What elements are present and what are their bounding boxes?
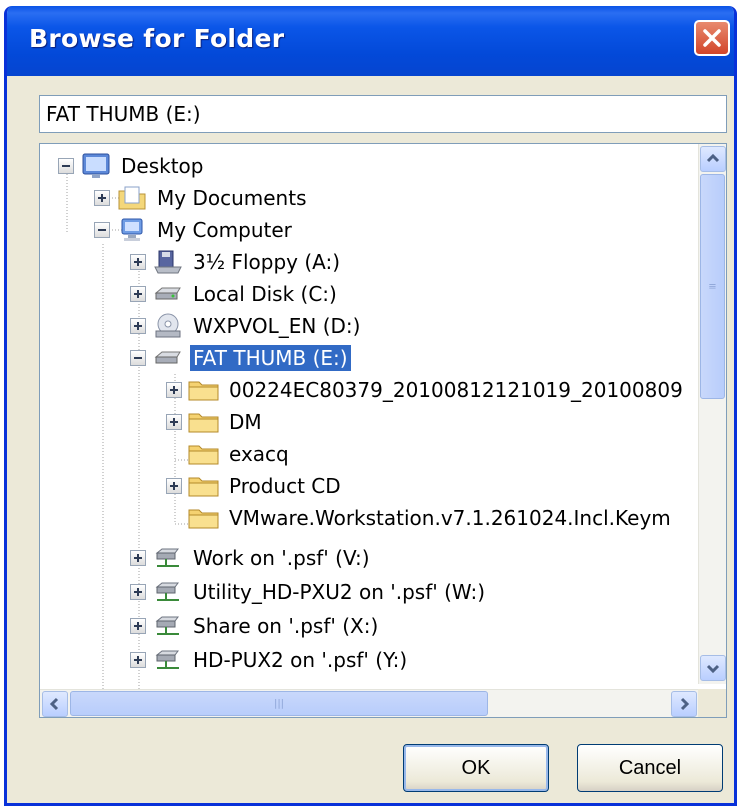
title-bar[interactable]: Browse for Folder: [7, 6, 734, 76]
folder-icon: [188, 409, 220, 435]
tree-item-label: Utility_HD-PXU2 on '.psf' (W:): [193, 580, 486, 604]
tree-item-label: 00224EC80379_20100812121019_20100809: [229, 378, 683, 402]
chevron-left-icon: [49, 697, 59, 711]
vertical-scrollbar[interactable]: ≡: [698, 144, 726, 684]
vertical-scroll-thumb[interactable]: ≡: [700, 174, 725, 399]
tree-item-label: exacq: [229, 442, 289, 466]
tree-item-label: 3½ Floppy (A:): [193, 250, 341, 274]
tree-item-folder-dm[interactable]: DM: [166, 406, 265, 438]
tree-item-hd-pux2-y[interactable]: HD-PUX2 on '.psf' (Y:): [130, 644, 410, 676]
tree-item-label: WXPVOL_EN (D:): [193, 314, 361, 338]
expand-toggle[interactable]: [130, 584, 146, 600]
folder-icon: [188, 505, 220, 531]
tree-item-folder-product-cd[interactable]: Product CD: [166, 470, 344, 502]
expand-toggle[interactable]: [130, 318, 146, 334]
tree-item-folder-exacq[interactable]: exacq: [166, 438, 292, 470]
horizontal-scrollbar[interactable]: |||: [40, 689, 700, 717]
scroll-right-button[interactable]: [671, 691, 697, 717]
expand-toggle[interactable]: [130, 550, 146, 566]
tree-item-desktop[interactable]: Desktop: [58, 150, 206, 182]
tree-item-label: Work on '.psf' (V:): [193, 546, 370, 570]
chevron-down-icon: [706, 664, 720, 674]
tree-item-folder-vmware[interactable]: VMware.Workstation.v7.1.261024.Incl.Keym: [166, 502, 674, 534]
tree-item-share-x[interactable]: Share on '.psf' (X:): [130, 610, 381, 642]
collapse-toggle[interactable]: [130, 350, 146, 366]
tree-item-label: My Computer: [157, 218, 292, 242]
network-drive-icon: [152, 545, 184, 571]
my-computer-icon: [116, 217, 148, 243]
hard-drive-icon: [152, 281, 184, 307]
expand-toggle[interactable]: [166, 382, 182, 398]
network-drive-icon: [152, 647, 184, 673]
browse-for-folder-dialog: Browse for Folder FAT THUMB (E:) Desktop…: [4, 6, 737, 806]
collapse-toggle[interactable]: [58, 158, 74, 174]
window-title: Browse for Folder: [29, 24, 285, 53]
tree-item-utility-w[interactable]: Utility_HD-PXU2 on '.psf' (W:): [130, 576, 488, 608]
tree-item-label: Share on '.psf' (X:): [193, 614, 379, 638]
close-button[interactable]: [694, 20, 730, 56]
tree-item-label: Local Disk (C:): [193, 282, 337, 306]
tree-item-my-documents[interactable]: My Documents: [94, 182, 309, 214]
collapse-toggle[interactable]: [94, 222, 110, 238]
folder-icon: [188, 377, 220, 403]
network-drive-icon: [152, 613, 184, 639]
tree-item-floppy-a[interactable]: 3½ Floppy (A:): [130, 246, 343, 278]
tree-item-fat-thumb-e[interactable]: FAT THUMB (E:): [130, 342, 351, 374]
folder-icon: [188, 473, 220, 499]
my-documents-icon: [116, 185, 148, 211]
grip-icon: |||: [273, 698, 285, 709]
scroll-left-button[interactable]: [42, 691, 68, 717]
tree-item-work-v[interactable]: Work on '.psf' (V:): [130, 542, 373, 574]
removable-drive-icon: [152, 345, 184, 371]
tree-item-wxpvol-d[interactable]: WXPVOL_EN (D:): [130, 310, 363, 342]
cd-drive-icon: [152, 313, 184, 339]
tree-item-label: VMware.Workstation.v7.1.261024.Incl.Keym: [229, 506, 671, 530]
horizontal-scroll-thumb[interactable]: |||: [70, 691, 488, 716]
chevron-up-icon: [706, 153, 720, 163]
folder-icon: [188, 441, 220, 467]
tree-item-label: Desktop: [121, 154, 204, 178]
tree-item-folder-00224[interactable]: 00224EC80379_20100812121019_20100809: [166, 374, 686, 406]
expand-toggle[interactable]: [166, 414, 182, 430]
cancel-button[interactable]: Cancel: [577, 744, 723, 792]
expand-toggle[interactable]: [130, 286, 146, 302]
expand-toggle[interactable]: [166, 478, 182, 494]
ok-button[interactable]: OK: [403, 744, 549, 792]
expand-toggle[interactable]: [130, 652, 146, 668]
tree-item-label: DM: [229, 410, 262, 434]
tree-item-my-computer[interactable]: My Computer: [94, 214, 295, 246]
expand-toggle[interactable]: [130, 618, 146, 634]
chevron-right-icon: [680, 697, 690, 711]
close-icon: [703, 29, 721, 47]
floppy-drive-icon: [152, 249, 184, 275]
tree-item-label: Product CD: [229, 474, 341, 498]
expand-toggle[interactable]: [130, 254, 146, 270]
tree-item-label-selected: FAT THUMB (E:): [190, 345, 351, 371]
grip-icon: ≡: [708, 281, 717, 292]
folder-path-field[interactable]: FAT THUMB (E:): [39, 95, 727, 133]
scrollbar-corner: [698, 689, 726, 717]
tree-item-label: HD-PUX2 on '.psf' (Y:): [193, 648, 408, 672]
expand-toggle[interactable]: [94, 190, 110, 206]
tree-item-label: My Documents: [157, 186, 307, 210]
folder-tree[interactable]: Desktop My Documents My Computer 3½ Flop…: [39, 143, 727, 718]
tree-item-local-disk-c[interactable]: Local Disk (C:): [130, 278, 340, 310]
network-drive-icon: [152, 579, 184, 605]
scroll-up-button[interactable]: [700, 146, 726, 172]
scroll-down-button[interactable]: [700, 655, 726, 681]
desktop-icon: [80, 153, 112, 179]
